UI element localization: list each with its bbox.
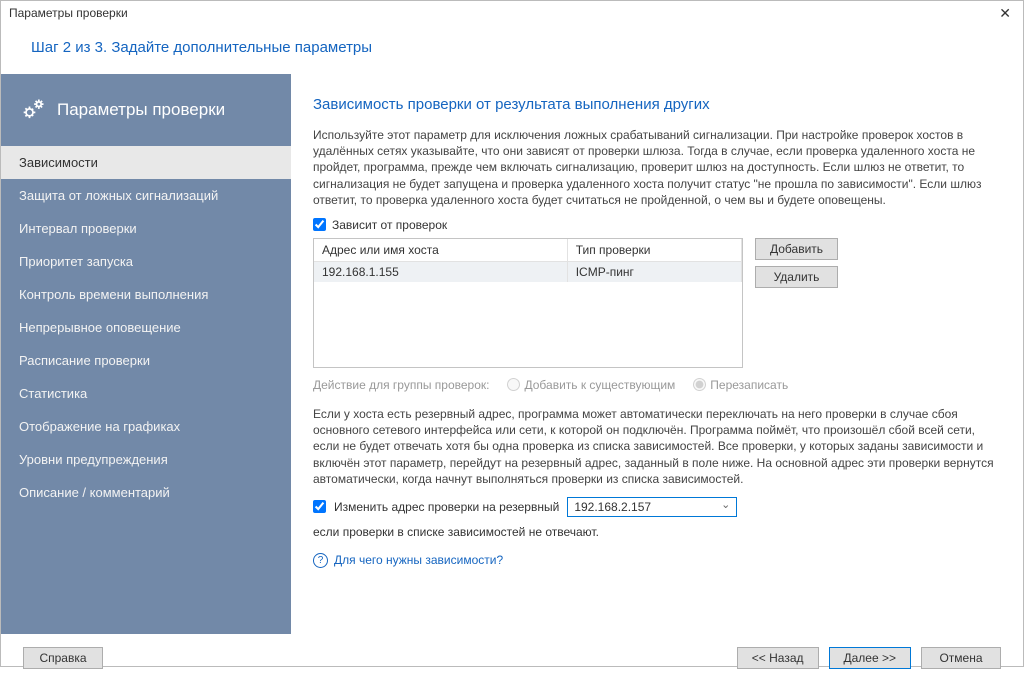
reserve-checkbox[interactable] — [313, 500, 326, 513]
sidebar-item-dependencies[interactable]: Зависимости — [1, 146, 291, 179]
radio-overwrite[interactable]: Перезаписать — [693, 378, 788, 392]
sidebar-item-timeout[interactable]: Контроль времени выполнения — [1, 278, 291, 311]
radio-append-input[interactable] — [507, 378, 520, 391]
close-icon[interactable]: ✕ — [995, 5, 1015, 22]
cancel-button[interactable]: Отмена — [921, 647, 1001, 669]
help-button[interactable]: Справка — [23, 647, 103, 669]
sidebar-item-interval[interactable]: Интервал проверки — [1, 212, 291, 245]
reserve-address-combo[interactable]: 192.168.2.157 — [567, 497, 737, 517]
titlebar: Параметры проверки ✕ — [1, 1, 1023, 25]
sidebar-item-continuous[interactable]: Непрерывное оповещение — [1, 311, 291, 344]
depends-checkbox[interactable] — [313, 218, 326, 231]
intro-text: Используйте этот параметр для исключения… — [313, 127, 1001, 208]
reserve-suffix: если проверки в списке зависимостей не о… — [313, 525, 599, 539]
sidebar: Параметры проверки Зависимости Защита от… — [1, 74, 291, 634]
sidebar-item-warning-levels[interactable]: Уровни предупреждения — [1, 443, 291, 476]
window-title: Параметры проверки — [9, 6, 128, 20]
sidebar-item-charts[interactable]: Отображение на графиках — [1, 410, 291, 443]
sidebar-title-label: Параметры проверки — [57, 100, 225, 120]
table-row[interactable]: 192.168.1.155 ICMP-пинг — [314, 261, 742, 282]
delete-button[interactable]: Удалить — [755, 266, 838, 288]
back-button[interactable]: << Назад — [737, 647, 819, 669]
sidebar-item-schedule[interactable]: Расписание проверки — [1, 344, 291, 377]
question-icon: ? — [313, 553, 328, 568]
group-action-label: Действие для группы проверок: — [313, 378, 489, 392]
add-button[interactable]: Добавить — [755, 238, 838, 260]
help-link[interactable]: ? Для чего нужны зависимости? — [313, 553, 1001, 568]
section-heading: Зависимость проверки от результата выпол… — [313, 96, 1001, 113]
table-cell-host: 192.168.1.155 — [314, 261, 567, 282]
radio-overwrite-input[interactable] — [693, 378, 706, 391]
sidebar-item-statistics[interactable]: Статистика — [1, 377, 291, 410]
gears-icon — [19, 96, 47, 124]
radio-append[interactable]: Добавить к существующим — [507, 378, 675, 392]
footer: Справка << Назад Далее >> Отмена — [1, 634, 1023, 682]
depends-checkbox-label: Зависит от проверок — [332, 218, 447, 232]
table-col-host[interactable]: Адрес или имя хоста — [314, 239, 567, 262]
dependencies-table[interactable]: Адрес или имя хоста Тип проверки 192.168… — [313, 238, 743, 368]
table-col-type[interactable]: Тип проверки — [567, 239, 741, 262]
table-cell-type: ICMP-пинг — [567, 261, 741, 282]
sidebar-title: Параметры проверки — [1, 74, 291, 146]
sidebar-item-false-alarm[interactable]: Защита от ложных сигнализаций — [1, 179, 291, 212]
sidebar-item-description[interactable]: Описание / комментарий — [1, 476, 291, 509]
content-panel: Зависимость проверки от результата выпол… — [291, 74, 1023, 634]
group-action-row: Действие для группы проверок: Добавить к… — [313, 378, 1001, 392]
reserve-checkbox-label: Изменить адрес проверки на резервный — [334, 500, 559, 514]
sidebar-item-priority[interactable]: Приоритет запуска — [1, 245, 291, 278]
reserve-text: Если у хоста есть резервный адрес, прогр… — [313, 406, 1001, 487]
step-header: Шаг 2 из 3. Задайте дополнительные парам… — [1, 25, 1023, 74]
next-button[interactable]: Далее >> — [829, 647, 912, 669]
